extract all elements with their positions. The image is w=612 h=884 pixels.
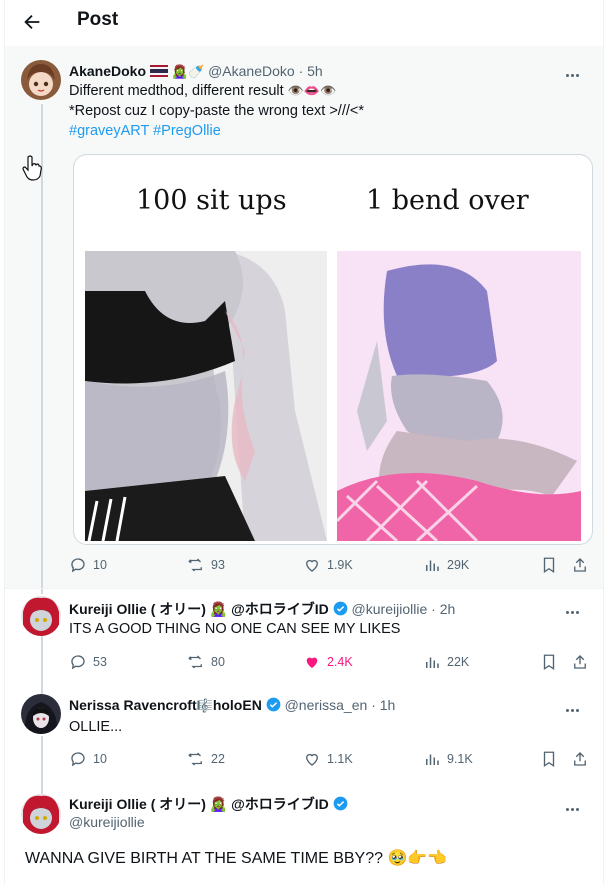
heart-icon — [306, 559, 318, 572]
post-image[interactable]: 100 sit ups 1 bend over — [73, 154, 593, 545]
avatar[interactable] — [21, 596, 61, 636]
verified-badge-icon — [266, 697, 281, 712]
reply-button[interactable]: 10 — [69, 555, 107, 575]
views-button[interactable]: 9.1K — [423, 749, 473, 769]
post-text-line-1: Different medthod, different result 👁️👄👁… — [69, 83, 337, 99]
reply-author-line: Kureiji Ollie ( オリー) 🧟‍♀️ @ホロライブID @kure… — [69, 601, 456, 617]
avatar[interactable] — [21, 60, 61, 100]
reply-button[interactable]: 53 — [69, 652, 107, 672]
views-button[interactable]: 22K — [423, 652, 469, 672]
share-icon[interactable] — [571, 653, 589, 671]
heart-icon — [306, 753, 318, 766]
share-icon[interactable] — [571, 556, 589, 574]
bookmark-icon[interactable] — [540, 750, 558, 768]
divider — [5, 588, 603, 589]
views-icon — [426, 560, 439, 571]
hashtag-link[interactable]: #graveyART — [69, 123, 149, 139]
heart-filled-icon — [306, 657, 318, 668]
views-button[interactable]: 29K — [423, 555, 469, 575]
reply-author-line: Nerissa Ravencroft🎼holoEN @nerissa_en · … — [69, 697, 396, 713]
left-illustration — [85, 251, 327, 541]
right-caption: 1 bend over — [366, 185, 529, 216]
repost-button[interactable]: 93 — [187, 555, 225, 575]
post-text-line-2: *Repost cuz I copy-paste the wrong text … — [69, 103, 364, 119]
bookmark-icon[interactable] — [540, 653, 558, 671]
repost-icon — [188, 752, 202, 766]
focused-reply-text: WANNA GIVE BIRTH AT THE SAME TIME BBY?? … — [25, 850, 448, 867]
more-options-icon[interactable] — [565, 599, 583, 617]
reply-icon — [71, 752, 85, 767]
post-author-line: AkaneDoko 🧟‍♀️🍼 @AkaneDoko · 5h — [69, 63, 323, 79]
repost-icon — [188, 558, 202, 572]
author-handle[interactable]: @kureijiollie — [352, 601, 428, 617]
author-handle[interactable]: @AkaneDoko — [208, 63, 295, 79]
like-button[interactable]: 1.9K — [303, 555, 353, 575]
hashtag-link[interactable]: #PregOllie — [153, 123, 221, 139]
left-caption: 100 sit ups — [136, 185, 287, 216]
post-time[interactable]: 5h — [307, 63, 323, 79]
post-time[interactable]: 1h — [380, 697, 396, 713]
share-icon[interactable] — [571, 750, 589, 768]
views-icon — [426, 657, 439, 668]
more-options-icon[interactable] — [565, 697, 583, 715]
reply-icon — [71, 558, 85, 573]
page-title: Post — [77, 9, 119, 30]
focused-author-line: Kureiji Ollie ( オリー) 🧟‍♀️ @ホロライブID — [69, 794, 348, 814]
repost-button[interactable]: 22 — [187, 749, 225, 769]
thailand-flag-icon — [149, 65, 168, 77]
more-options-icon[interactable] — [565, 62, 583, 80]
post-time[interactable]: 2h — [440, 601, 456, 617]
author-name[interactable]: AkaneDoko — [69, 63, 146, 79]
right-illustration — [337, 251, 581, 541]
post-page: Post AkaneDoko 🧟‍♀️🍼 @AkaneDoko · 5h Dif… — [4, 0, 604, 884]
verified-badge-icon — [333, 601, 348, 616]
author-name[interactable]: Kureiji Ollie ( オリー) 🧟‍♀️ @ホロライブID — [69, 601, 329, 617]
reply-text: OLLIE... — [69, 719, 123, 735]
more-options-icon[interactable] — [565, 796, 583, 814]
like-button[interactable]: 2.4K — [303, 652, 353, 672]
author-handle[interactable]: @kureijiollie — [69, 814, 145, 830]
avatar[interactable] — [21, 794, 61, 834]
zombie-emoji-icon: 🧟‍♀️🍼 — [171, 64, 205, 79]
reply-button[interactable]: 10 — [69, 749, 107, 769]
author-name[interactable]: Kureiji Ollie ( オリー) 🧟‍♀️ @ホロライブID — [69, 796, 329, 812]
repost-button[interactable]: 80 — [187, 652, 225, 672]
top-bar: Post — [5, 0, 605, 46]
thread-line — [41, 736, 43, 794]
author-name[interactable]: Nerissa Ravencroft🎼holoEN — [69, 697, 262, 713]
post-hashtags: #graveyART #PregOllie — [69, 121, 221, 141]
hand-cursor-icon — [22, 155, 42, 181]
focused-handle-line: @kureijiollie — [69, 814, 145, 830]
reply-icon — [71, 655, 85, 670]
reply-text: ITS A GOOD THING NO ONE CAN SEE MY LIKES — [69, 621, 401, 637]
repost-icon — [188, 655, 202, 669]
post-actions: 10 93 1.9K 29K — [69, 555, 589, 575]
verified-badge-icon — [333, 796, 348, 811]
music-sheet-icon: 🎼 — [196, 698, 213, 713]
like-button[interactable]: 1.1K — [303, 749, 353, 769]
views-icon — [426, 754, 439, 765]
reply-actions: 53 80 2.4K 22K — [69, 652, 589, 672]
bookmark-icon[interactable] — [540, 556, 558, 574]
thread-line — [41, 636, 43, 694]
reply-actions: 10 22 1.1K 9.1K — [69, 749, 589, 769]
arrow-left-icon[interactable] — [21, 11, 43, 33]
avatar[interactable] — [21, 694, 61, 734]
author-handle[interactable]: @nerissa_en — [285, 697, 368, 713]
